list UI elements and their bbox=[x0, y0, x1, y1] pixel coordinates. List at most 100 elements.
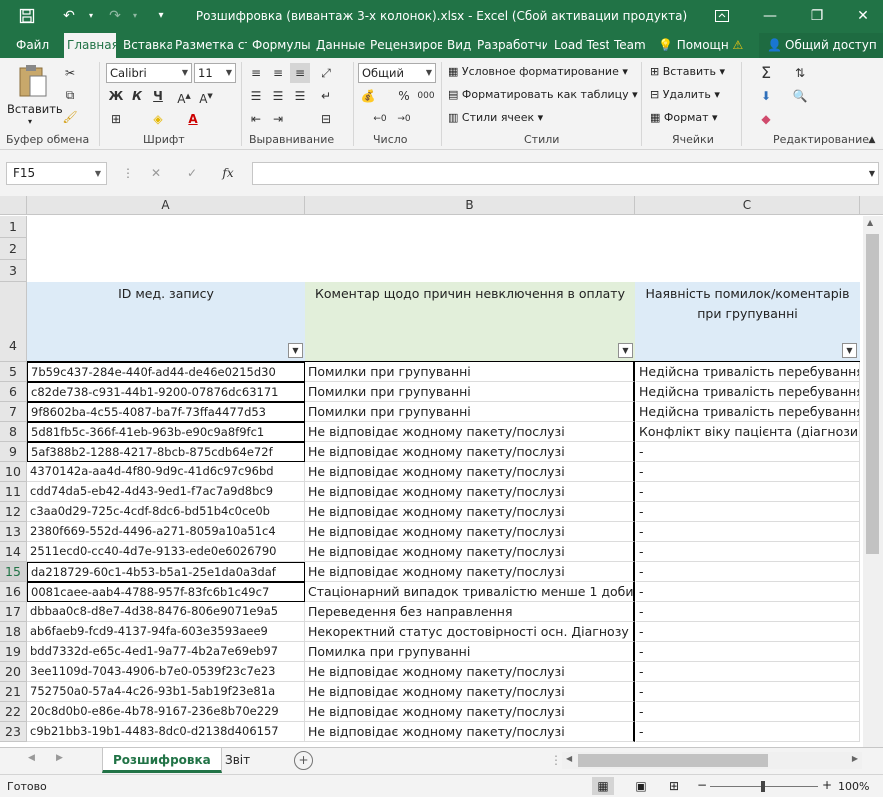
row-header[interactable]: 3 bbox=[0, 260, 27, 282]
paste-button[interactable]: Вставить ▾ bbox=[6, 62, 63, 126]
filter-dropdown-icon[interactable]: ▼ bbox=[288, 343, 303, 358]
share-button[interactable]: 👤 Общий доступ bbox=[759, 33, 883, 58]
cell-errors[interactable]: - bbox=[636, 442, 860, 462]
cell-comment[interactable]: Не відповідає жодному пакету/послузі bbox=[305, 722, 635, 742]
page-layout-view-icon[interactable]: ▣ bbox=[630, 777, 652, 795]
wrap-text-icon[interactable]: ↵ bbox=[316, 86, 336, 106]
cell-comment[interactable]: Не відповідає жодному пакету/послузі bbox=[305, 442, 635, 462]
cell-id[interactable]: c3aa0d29-725c-4cdf-8dc6-bd51b4c0ce0b bbox=[27, 502, 305, 522]
cell-errors[interactable]: Недійсна тривалість перебування bbox=[636, 402, 860, 422]
row-header[interactable]: 7 bbox=[0, 402, 27, 422]
enter-icon[interactable]: ✓ bbox=[182, 163, 202, 183]
cell-id[interactable]: 5af388b2-1288-4217-8bcb-875cdb64e72f bbox=[27, 442, 305, 462]
cell-errors[interactable]: - bbox=[636, 682, 860, 702]
cell-errors[interactable]: - bbox=[636, 562, 860, 582]
vertical-scrollbar[interactable]: ▲ bbox=[863, 216, 883, 747]
insert-function-icon[interactable]: fx bbox=[218, 163, 238, 183]
cell-comment[interactable]: Не відповідає жодному пакету/послузі bbox=[305, 422, 635, 442]
sort-filter-icon[interactable]: ⇅ bbox=[790, 63, 810, 83]
decrease-indent-icon[interactable]: ⇤ bbox=[246, 109, 266, 129]
cell-comment[interactable]: Помилки при групуванні bbox=[305, 382, 635, 402]
row-header[interactable]: 22 bbox=[0, 702, 27, 722]
row-header[interactable]: 21 bbox=[0, 682, 27, 702]
insert-cells-button[interactable]: ⊞ Вставить ▾ bbox=[650, 65, 725, 78]
row-header[interactable]: 9 bbox=[0, 442, 27, 462]
cell-id[interactable]: 3ee1109d-7043-4906-b7e0-0539f23c7e23 bbox=[27, 662, 305, 682]
scroll-right-icon[interactable]: ▶ bbox=[852, 754, 858, 763]
row-header[interactable]: 10 bbox=[0, 462, 27, 482]
filter-dropdown-icon[interactable]: ▼ bbox=[842, 343, 857, 358]
font-color-icon[interactable]: A bbox=[183, 109, 203, 129]
underline-button[interactable]: Ч bbox=[148, 86, 168, 106]
row-header[interactable]: 1 bbox=[0, 216, 27, 238]
row-header[interactable]: 15 bbox=[0, 562, 27, 582]
row-header[interactable]: 8 bbox=[0, 422, 27, 442]
prev-sheet-icon[interactable]: ◀ bbox=[28, 753, 35, 763]
cell-errors[interactable]: - bbox=[636, 702, 860, 722]
row-header[interactable]: 14 bbox=[0, 542, 27, 562]
conditional-formatting-button[interactable]: ▦ Условное форматирование ▾ bbox=[448, 65, 628, 78]
row-header[interactable]: 4 bbox=[0, 282, 27, 362]
tab-review[interactable]: Рецензирова bbox=[367, 33, 442, 58]
cell-errors[interactable]: - bbox=[636, 582, 860, 602]
cell-id[interactable]: 9f8602ba-4c55-4087-ba7f-73ffa4477d53 bbox=[27, 402, 305, 422]
format-cells-button[interactable]: ▦ Формат ▾ bbox=[650, 111, 718, 124]
column-header-c[interactable]: C bbox=[635, 196, 860, 215]
row-header[interactable]: 2 bbox=[0, 238, 27, 260]
fill-icon[interactable]: ⬇ bbox=[756, 86, 776, 106]
increase-font-icon[interactable]: A▲ bbox=[174, 86, 194, 106]
cell-errors[interactable]: - bbox=[636, 722, 860, 742]
cell-comment[interactable]: Не відповідає жодному пакету/послузі bbox=[305, 562, 635, 582]
cell-comment[interactable]: Помилки при групуванні bbox=[305, 362, 635, 382]
cell-id[interactable]: 0081caee-aab4-4788-957f-83fc6b1c49c7 bbox=[27, 582, 305, 602]
tab-data[interactable]: Данные bbox=[313, 33, 366, 58]
cell-comment[interactable]: Не відповідає жодному пакету/послузі bbox=[305, 462, 635, 482]
format-as-table-button[interactable]: ▤ Форматировать как таблицу ▾ bbox=[448, 88, 638, 101]
cell-errors[interactable]: - bbox=[636, 542, 860, 562]
cell-errors[interactable]: - bbox=[636, 482, 860, 502]
cell-id[interactable]: dbbaa0c8-d8e7-4d38-8476-806e9071e9a5 bbox=[27, 602, 305, 622]
cell-comment[interactable]: Не відповідає жодному пакету/послузі bbox=[305, 502, 635, 522]
tab-developer[interactable]: Разработчи bbox=[474, 33, 547, 58]
clear-icon[interactable]: ◆ bbox=[756, 109, 776, 129]
zoom-slider[interactable] bbox=[710, 781, 818, 792]
tab-splitter-icon[interactable]: ⋮ bbox=[550, 753, 562, 767]
font-name-select[interactable]: Calibri ▼ bbox=[106, 63, 192, 83]
cell-id[interactable]: cdd74da5-eb42-4d43-9ed1-f7ac7a9d8bc9 bbox=[27, 482, 305, 502]
cell-errors[interactable]: - bbox=[636, 502, 860, 522]
cell-styles-button[interactable]: ▥ Стили ячеек ▾ bbox=[448, 111, 543, 124]
cell-id[interactable]: c9b21bb3-19b1-4483-8dc0-d2138d406157 bbox=[27, 722, 305, 742]
tab-file[interactable]: Файл bbox=[13, 33, 52, 58]
add-sheet-icon[interactable]: + bbox=[294, 751, 313, 770]
cell-errors[interactable]: - bbox=[636, 642, 860, 662]
zoom-out-icon[interactable]: − bbox=[697, 778, 707, 792]
tab-view[interactable]: Вид bbox=[444, 33, 472, 58]
tab-load-test[interactable]: Load Test bbox=[551, 33, 609, 58]
cell-comment[interactable]: Помилка при групуванні bbox=[305, 642, 635, 662]
cell-errors[interactable]: Недійсна тривалість перебування bbox=[636, 382, 860, 402]
autosum-icon[interactable]: Σ bbox=[756, 63, 776, 83]
cell-errors[interactable]: - bbox=[636, 602, 860, 622]
number-format-select[interactable]: Общий ▼ bbox=[358, 63, 436, 83]
restore-icon[interactable]: ❐ bbox=[806, 5, 828, 27]
tab-page-layout[interactable]: Разметка ст bbox=[172, 33, 247, 58]
delete-cells-button[interactable]: ⊟ Удалить ▾ bbox=[650, 88, 720, 101]
copy-icon[interactable]: ⧉ bbox=[60, 85, 80, 105]
italic-button[interactable]: К bbox=[127, 86, 147, 106]
sheet-tab-active[interactable]: Розшифровка bbox=[102, 748, 222, 773]
column-header-b[interactable]: B bbox=[305, 196, 635, 215]
cell-id[interactable]: 5d81fb5c-366f-41eb-963b-e90c9a8f9fc1 bbox=[27, 422, 305, 442]
cell-id[interactable]: 2511ecd0-cc40-4d7e-9133-ede0e6026790 bbox=[27, 542, 305, 562]
cell-id[interactable]: 2380f669-552d-4496-a271-8059a10a51c4 bbox=[27, 522, 305, 542]
align-right-icon[interactable]: ☰ bbox=[290, 86, 310, 106]
row-header[interactable]: 11 bbox=[0, 482, 27, 502]
cell-id[interactable]: 20c8d0b0-e86e-4b78-9167-236e8b70e229 bbox=[27, 702, 305, 722]
cell-id[interactable]: da218729-60c1-4b53-b5a1-25e1da0a3daf bbox=[27, 562, 305, 582]
header-cell-id[interactable]: ID мед. запису ▼ bbox=[27, 282, 305, 362]
cell-errors[interactable]: - bbox=[636, 522, 860, 542]
scroll-thumb[interactable] bbox=[866, 234, 879, 554]
scroll-left-icon[interactable]: ◀ bbox=[566, 754, 572, 763]
cell-comment[interactable]: Не відповідає жодному пакету/послузі bbox=[305, 482, 635, 502]
tab-help[interactable]: 💡 Помощн ⚠ bbox=[655, 33, 755, 58]
align-middle-icon[interactable]: ≡ bbox=[268, 63, 288, 83]
